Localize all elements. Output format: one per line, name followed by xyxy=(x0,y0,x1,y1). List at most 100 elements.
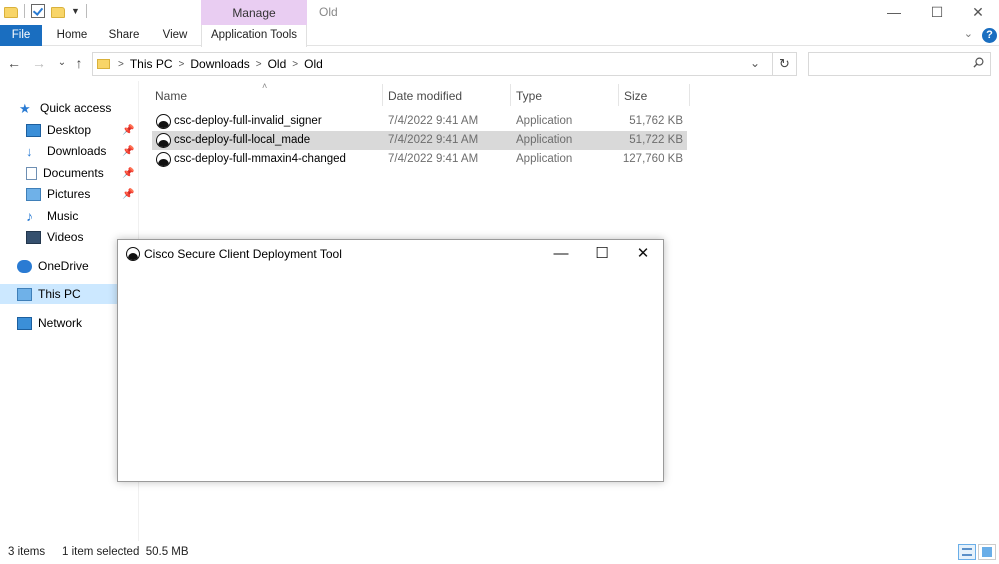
customize-qat-dropdown-icon[interactable]: ▼ xyxy=(71,6,80,16)
file-name: csc-deploy-full-invalid_signer xyxy=(174,115,322,127)
details-view-button[interactable] xyxy=(958,544,976,560)
sidebar-item-label: Network xyxy=(38,316,83,330)
sidebar-item-videos[interactable]: Videos xyxy=(26,227,83,247)
folder-icon xyxy=(4,6,18,18)
file-row-selected[interactable]: csc-deploy-full-local_made 7/4/2022 9:41… xyxy=(152,131,687,150)
expand-ribbon-icon[interactable]: ⌄ xyxy=(964,27,973,40)
column-resize-handle[interactable] xyxy=(382,84,383,106)
sort-indicator-icon: ˄ xyxy=(262,81,268,91)
column-header-type[interactable]: Type xyxy=(516,86,542,106)
tab-home[interactable]: Home xyxy=(50,25,94,46)
address-history-dropdown-icon[interactable]: ⌄ xyxy=(750,56,760,70)
dialog-minimize-button[interactable]: — xyxy=(541,243,581,265)
breadcrumb-downloads[interactable]: Downloads xyxy=(190,57,249,71)
sidebar-item-this-pc[interactable]: This PC xyxy=(17,284,81,304)
file-type: Application xyxy=(516,153,573,165)
sidebar-item-label: Documents xyxy=(43,166,104,180)
this-pc-icon xyxy=(17,287,32,301)
pin-icon[interactable]: 📌 xyxy=(122,168,134,179)
sidebar-item-label: Videos xyxy=(47,230,84,244)
sidebar-item-label: Desktop xyxy=(47,123,92,137)
pin-icon[interactable]: 📌 xyxy=(122,125,134,136)
sidebar-item-pictures[interactable]: Pictures xyxy=(26,184,90,204)
search-icon[interactable] xyxy=(973,57,984,68)
cisco-app-icon xyxy=(126,247,140,261)
column-header-date-modified[interactable]: Date modified xyxy=(388,86,462,106)
large-icons-view-button[interactable] xyxy=(978,544,996,560)
back-button[interactable]: ← xyxy=(6,55,22,71)
file-type: Application xyxy=(516,134,573,146)
pin-icon[interactable]: 📌 xyxy=(122,146,134,157)
sidebar-item-onedrive[interactable]: OneDrive xyxy=(17,256,89,276)
breadcrumb-old[interactable]: Old xyxy=(268,57,287,71)
breadcrumb-this-pc[interactable]: This PC xyxy=(130,57,173,71)
tab-application-tools[interactable]: Application Tools xyxy=(201,25,307,47)
maximize-button[interactable]: ☐ xyxy=(916,0,958,25)
properties-icon[interactable] xyxy=(31,4,45,18)
file-date-modified: 7/4/2022 9:41 AM xyxy=(388,153,479,165)
large-icons-view-icon xyxy=(982,547,992,557)
recent-locations-button[interactable]: ⌄ xyxy=(54,55,70,71)
sidebar-item-quick-access[interactable]: ★ Quick access xyxy=(19,98,111,118)
download-icon: ↓ xyxy=(26,143,33,159)
breadcrumb-separator[interactable]: > xyxy=(292,59,298,70)
sidebar-item-downloads[interactable]: ↓ Downloads xyxy=(26,141,106,161)
tab-view[interactable]: View xyxy=(155,25,195,46)
application-icon xyxy=(156,114,171,129)
dialog-title: Cisco Secure Client Deployment Tool xyxy=(144,247,342,261)
sidebar-item-label: This PC xyxy=(38,287,81,301)
qat-separator xyxy=(24,4,25,18)
navigation-bar: ← → ⌄ ↑ > This PC > Downloads > Old > Ol… xyxy=(0,47,999,81)
sidebar-item-label: Downloads xyxy=(47,144,107,158)
breadcrumb-separator[interactable]: > xyxy=(256,59,262,70)
search-box[interactable] xyxy=(808,52,991,76)
dialog-maximize-button[interactable]: ☐ xyxy=(582,243,622,265)
videos-icon xyxy=(26,230,41,244)
column-resize-handle[interactable] xyxy=(618,84,619,106)
sidebar-item-label: OneDrive xyxy=(38,259,89,273)
star-icon: ★ xyxy=(19,100,31,116)
refresh-button[interactable]: ↻ xyxy=(772,53,796,75)
column-header-size[interactable]: Size xyxy=(624,86,647,106)
up-button[interactable]: ↑ xyxy=(71,55,87,71)
file-name: csc-deploy-full-mmaxin4-changed xyxy=(174,153,346,165)
ribbon-tabs: File Home Share View Application Tools ⌄… xyxy=(0,25,999,47)
sidebar-item-desktop[interactable]: Desktop xyxy=(26,120,91,140)
new-folder-icon[interactable] xyxy=(51,6,65,18)
application-icon xyxy=(156,152,171,167)
file-type: Application xyxy=(516,115,573,127)
tab-file[interactable]: File xyxy=(0,25,42,46)
help-icon[interactable]: ? xyxy=(982,28,997,43)
column-resize-handle[interactable] xyxy=(689,84,690,106)
minimize-button[interactable]: — xyxy=(873,0,915,25)
application-icon xyxy=(156,133,171,148)
breadcrumb-separator[interactable]: > xyxy=(179,59,185,70)
forward-button[interactable]: → xyxy=(31,55,47,71)
file-row[interactable]: csc-deploy-full-mmaxin4-changed 7/4/2022… xyxy=(152,150,687,169)
deployment-tool-window[interactable]: Cisco Secure Client Deployment Tool — ☐ … xyxy=(117,239,664,482)
file-date-modified: 7/4/2022 9:41 AM xyxy=(388,134,479,146)
column-resize-handle[interactable] xyxy=(510,84,511,106)
file-size: 51,722 KB xyxy=(629,134,683,146)
details-view-icon xyxy=(962,548,972,556)
sidebar-item-music[interactable]: ♪ Music xyxy=(26,206,78,226)
file-row[interactable]: csc-deploy-full-invalid_signer 7/4/2022 … xyxy=(152,112,687,131)
close-button[interactable]: ✕ xyxy=(957,0,999,25)
column-header-name[interactable]: Name xyxy=(155,86,187,106)
file-size: 127,760 KB xyxy=(622,153,683,165)
sidebar-item-label: Pictures xyxy=(47,187,91,201)
pictures-icon xyxy=(26,187,41,201)
search-input[interactable] xyxy=(813,56,963,72)
breadcrumb-old-current[interactable]: Old xyxy=(304,57,323,71)
file-name: csc-deploy-full-local_made xyxy=(174,134,311,146)
window-title: Old xyxy=(319,5,338,19)
dialog-close-button[interactable]: ✕ xyxy=(623,243,663,265)
sidebar-item-documents[interactable]: Documents xyxy=(26,163,104,183)
music-icon: ♪ xyxy=(26,207,33,224)
tab-share[interactable]: Share xyxy=(103,25,145,46)
pin-icon[interactable]: 📌 xyxy=(122,189,134,200)
sidebar-item-label: Quick access xyxy=(40,101,112,115)
sidebar-item-network[interactable]: Network xyxy=(17,313,82,333)
address-bar[interactable]: > This PC > Downloads > Old > Old ⌄ ↻ xyxy=(92,52,797,76)
manage-contextual-tab[interactable]: Manage xyxy=(201,0,307,25)
